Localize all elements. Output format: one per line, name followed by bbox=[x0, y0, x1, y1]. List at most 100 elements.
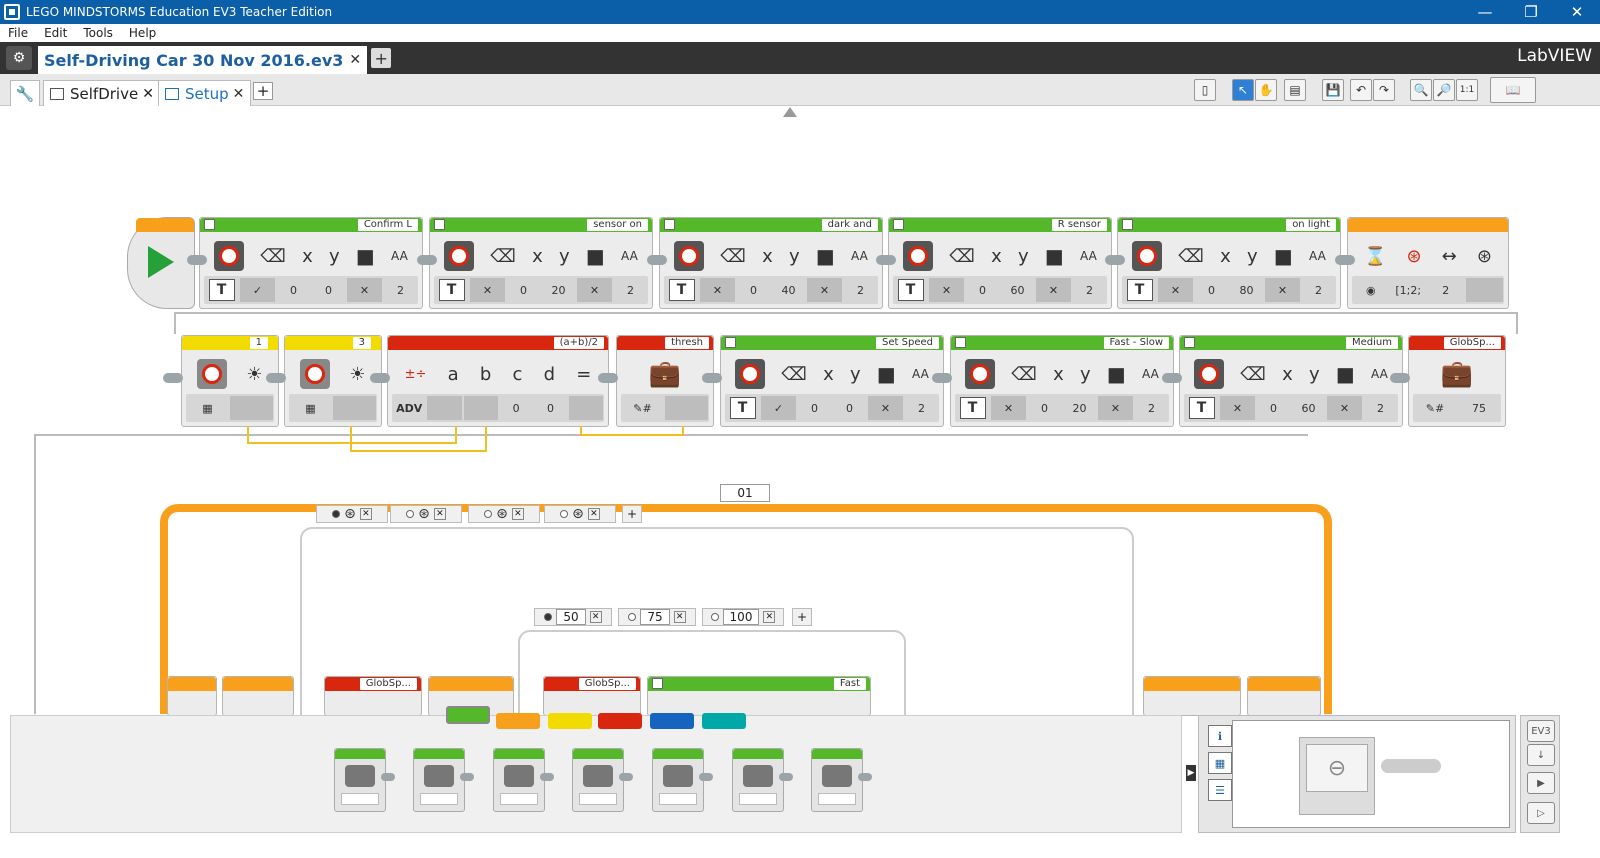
text-mode-icon[interactable]: T bbox=[208, 279, 235, 301]
mode-icon[interactable]: ✎# bbox=[1413, 396, 1457, 420]
font-value[interactable]: 2 bbox=[904, 396, 939, 420]
content-editor-icon[interactable]: 📖 bbox=[1490, 77, 1536, 103]
font-value[interactable]: 2 bbox=[1301, 278, 1336, 302]
download-run-icon[interactable]: ▶ bbox=[1527, 772, 1555, 794]
download-icon[interactable]: ↓ bbox=[1527, 744, 1555, 766]
color-sensor-block[interactable]: 3 ☀ ▦ bbox=[284, 335, 382, 427]
comment-icon[interactable]: ▯ bbox=[1194, 79, 1216, 101]
display-mode-icon[interactable] bbox=[664, 219, 675, 230]
variable-name[interactable]: GlobSp... bbox=[578, 678, 636, 690]
clear-screen-value[interactable]: ✕ bbox=[470, 278, 505, 302]
sequence-plug[interactable] bbox=[1162, 373, 1182, 383]
case-value[interactable]: 100 bbox=[722, 609, 760, 625]
variable-block[interactable]: GlobSp... bbox=[543, 676, 641, 716]
mode-icon[interactable]: ▦ bbox=[289, 396, 332, 420]
comment-tool-icon[interactable]: ▤ bbox=[1284, 79, 1306, 101]
switch-case-tab[interactable]: 50 ✕ bbox=[534, 608, 612, 626]
sequence-plug[interactable] bbox=[163, 373, 183, 383]
default-case-radio[interactable] bbox=[628, 613, 637, 621]
color-value[interactable]: ✕ bbox=[1098, 396, 1133, 420]
default-case-radio[interactable] bbox=[560, 510, 569, 518]
color-value[interactable]: ✕ bbox=[577, 278, 612, 302]
variable-name[interactable]: GlobSp... bbox=[1443, 337, 1501, 349]
text-mode-icon[interactable]: T bbox=[729, 397, 756, 419]
zoom-reset-icon[interactable]: 1:1 bbox=[1456, 79, 1478, 101]
display-mode-icon[interactable] bbox=[434, 219, 445, 230]
math-formula[interactable]: (a+b)/2 bbox=[553, 337, 604, 349]
add-project-button[interactable]: + bbox=[371, 48, 392, 68]
y-value[interactable]: 20 bbox=[1062, 396, 1097, 420]
display-block[interactable]: sensor on ⌫ x y ■ AA T ✕ 0 20 ✕ 2 bbox=[429, 217, 653, 309]
remove-case-icon[interactable]: ✕ bbox=[433, 508, 446, 520]
clear-screen-value[interactable]: ✕ bbox=[1158, 278, 1193, 302]
variable-block[interactable]: GlobSp... bbox=[324, 676, 422, 716]
collapse-icon[interactable]: ▶ bbox=[1186, 765, 1196, 781]
palette-block[interactable] bbox=[732, 748, 793, 812]
clear-screen-value[interactable]: ✓ bbox=[240, 278, 275, 302]
loop-start[interactable] bbox=[167, 676, 217, 716]
clear-screen-value[interactable]: ✓ bbox=[761, 396, 796, 420]
color-value[interactable]: ✕ bbox=[1036, 278, 1071, 302]
sequence-plug[interactable] bbox=[702, 373, 722, 383]
math-block[interactable]: (a+b)/2 ±÷ a b c d = ADV 0 0 bbox=[387, 335, 609, 427]
x-value[interactable]: 0 bbox=[965, 278, 1000, 302]
output-plug[interactable] bbox=[230, 396, 273, 420]
palette-tab[interactable] bbox=[650, 713, 694, 729]
display-block[interactable]: on light ⌫ x y ■ AA T ✕ 0 80 ✕ 2 bbox=[1117, 217, 1341, 309]
display-mode-icon[interactable] bbox=[955, 337, 966, 348]
select-icon[interactable]: ↖ bbox=[1232, 79, 1254, 101]
block-label[interactable]: on light bbox=[1286, 219, 1336, 231]
input-plug[interactable] bbox=[665, 396, 708, 420]
remove-case-icon[interactable]: ✕ bbox=[589, 611, 602, 623]
math-mode[interactable]: ADV bbox=[392, 396, 426, 420]
switch-end[interactable] bbox=[1143, 676, 1241, 716]
tab-setup[interactable]: Setup ✕ bbox=[158, 80, 252, 106]
display-mode-icon[interactable] bbox=[725, 337, 736, 348]
output-plug[interactable] bbox=[333, 396, 376, 420]
display-block[interactable]: dark and ⌫ x y ■ AA T ✕ 0 40 ✕ 2 bbox=[659, 217, 883, 309]
run-selected-icon[interactable]: ▷ bbox=[1527, 802, 1555, 824]
palette-tab[interactable] bbox=[496, 713, 540, 729]
font-value[interactable]: 2 bbox=[1072, 278, 1107, 302]
clear-screen-value[interactable]: ✕ bbox=[929, 278, 964, 302]
display-block[interactable]: Set Speed ⌫ x y ■ AA T ✓ 0 0 ✕ 2 bbox=[720, 335, 944, 427]
font-value[interactable]: 2 bbox=[383, 278, 418, 302]
sequence-plug[interactable] bbox=[1335, 255, 1355, 265]
switch-case-tab[interactable]: ⊛ ✕ bbox=[316, 505, 388, 523]
color-value[interactable]: ✕ bbox=[807, 278, 842, 302]
loop-number[interactable]: 01 bbox=[720, 484, 770, 502]
x-value[interactable]: 0 bbox=[797, 396, 832, 420]
clear-screen-value[interactable]: ✕ bbox=[700, 278, 735, 302]
text-mode-icon[interactable]: T bbox=[1188, 397, 1215, 419]
y-value[interactable]: 60 bbox=[1000, 278, 1035, 302]
port-label[interactable]: 3 bbox=[352, 337, 371, 349]
mode-icon[interactable]: ✎# bbox=[621, 396, 664, 420]
y-value[interactable]: 60 bbox=[1291, 396, 1326, 420]
sequence-plug[interactable] bbox=[876, 255, 896, 265]
display-mode-icon[interactable] bbox=[1184, 337, 1195, 348]
remove-case-icon[interactable]: ✕ bbox=[587, 508, 600, 520]
input-a[interactable] bbox=[427, 396, 462, 420]
x-value[interactable]: 0 bbox=[1027, 396, 1062, 420]
add-case-button[interactable]: + bbox=[622, 505, 642, 523]
info-icon[interactable]: ℹ bbox=[1208, 725, 1232, 747]
text-mode-icon[interactable]: T bbox=[897, 279, 924, 301]
remove-case-icon[interactable]: ✕ bbox=[763, 611, 776, 623]
default-case-radio[interactable] bbox=[710, 613, 719, 621]
restore-button[interactable]: ❐ bbox=[1508, 0, 1554, 24]
close-button[interactable]: ✕ bbox=[1554, 0, 1600, 24]
output-plug[interactable] bbox=[568, 396, 603, 420]
block-label[interactable]: Medium bbox=[1346, 337, 1398, 349]
text-mode-icon[interactable]: T bbox=[959, 397, 986, 419]
palette-block[interactable] bbox=[572, 748, 633, 812]
case-value[interactable]: 50 bbox=[556, 609, 586, 625]
block-label[interactable]: Set Speed bbox=[876, 337, 939, 349]
sequence-plug[interactable] bbox=[370, 373, 390, 383]
input-c[interactable]: 0 bbox=[499, 396, 533, 420]
switch-case-tab[interactable]: 100 ✕ bbox=[702, 608, 784, 626]
scroll-up-icon[interactable] bbox=[783, 107, 797, 117]
text-mode-icon[interactable]: T bbox=[1126, 279, 1153, 301]
close-icon[interactable]: ✕ bbox=[349, 52, 361, 68]
color-value[interactable]: ✕ bbox=[1265, 278, 1300, 302]
x-value[interactable]: 0 bbox=[506, 278, 541, 302]
